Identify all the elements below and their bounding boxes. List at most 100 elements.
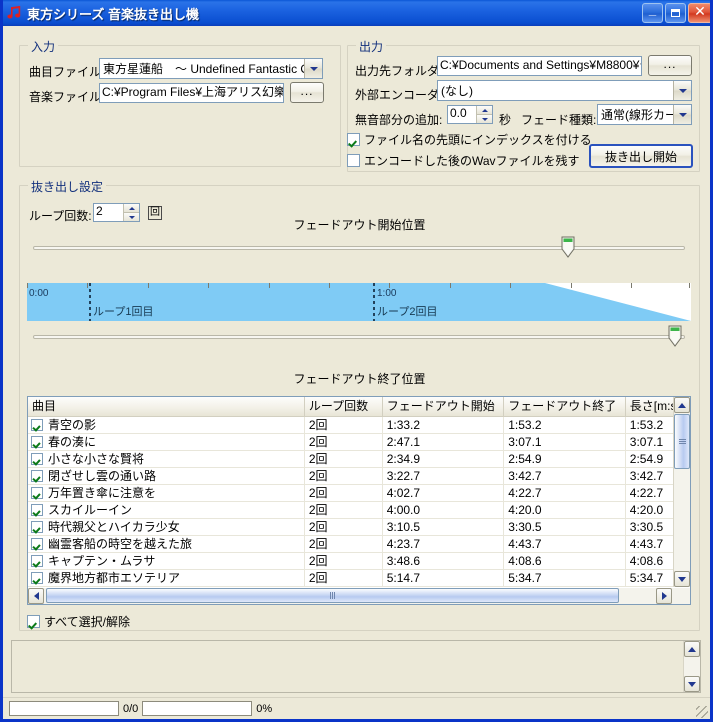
spinner-down-icon[interactable]	[477, 115, 492, 123]
column-header-fade-end[interactable]: フェードアウト終了	[504, 397, 626, 416]
minimize-button[interactable]: _	[642, 3, 663, 23]
maximize-button[interactable]	[665, 3, 686, 23]
cell-fade-end: 1:53.2	[504, 416, 626, 434]
table-row[interactable]: 春の湊に 2回 2:47.1 3:07.1 3:07.1	[28, 433, 690, 451]
output-folder-input[interactable]: C:¥Documents and Settings¥M8800¥デ	[437, 56, 642, 76]
select-all-checkbox[interactable]: すべて選択/解除	[27, 613, 130, 630]
keep-wav-checkbox[interactable]: エンコードした後のWavファイルを残す	[347, 152, 580, 169]
table-row[interactable]: 魔界地方都市エソテリア 2回 5:14.7 5:34.7 5:34.7	[28, 569, 690, 587]
column-header-title[interactable]: 曲目	[28, 397, 305, 416]
index-prefix-label: ファイル名の先頭にインデックスを付ける	[364, 133, 592, 147]
cell-loops: 2回	[305, 569, 383, 587]
row-checkbox-icon[interactable]	[31, 572, 43, 584]
fade-start-slider-thumb[interactable]	[561, 236, 575, 258]
row-checkbox-icon[interactable]	[31, 504, 43, 516]
timeline-start-label: 0:00	[29, 288, 49, 299]
window-title: 東方シリーズ 音楽抜き出し機	[27, 6, 199, 22]
list-vertical-scrollbar[interactable]	[673, 397, 690, 587]
row-checkbox-icon[interactable]	[31, 453, 43, 465]
output-folder-browse-button[interactable]: ...	[648, 55, 692, 76]
horizontal-scroll-thumb[interactable]	[46, 588, 619, 603]
column-header-loops[interactable]: ループ回数	[305, 397, 383, 416]
row-checkbox-icon[interactable]	[31, 419, 43, 431]
fade-end-slider-track[interactable]	[33, 335, 685, 339]
cell-fade-start: 4:23.7	[383, 535, 505, 553]
cell-loops: 2回	[305, 433, 383, 451]
table-row[interactable]: 時代親父とハイカラ少女 2回 3:10.5 3:30.5 3:30.5	[28, 518, 690, 536]
track-file-label: 曲目ファイル:	[29, 65, 105, 79]
cell-fade-start: 2:34.9	[383, 450, 505, 468]
fade-type-combo[interactable]: 通常(線形カー	[597, 104, 692, 125]
chevron-down-icon[interactable]	[304, 59, 322, 78]
row-checkbox-icon[interactable]	[31, 487, 43, 499]
chevron-down-icon[interactable]	[673, 105, 691, 124]
spinner-up-icon[interactable]	[124, 204, 139, 213]
row-checkbox-icon[interactable]	[31, 538, 43, 550]
row-checkbox-icon[interactable]	[31, 521, 43, 533]
loop2-marker	[373, 283, 375, 321]
cell-loops: 2回	[305, 535, 383, 553]
loop2-label: ループ2回目	[377, 306, 438, 318]
table-row[interactable]: 幽霊客船の時空を越えた旅 2回 4:23.7 4:43.7 4:43.7	[28, 535, 690, 553]
cell-fade-start: 5:14.7	[383, 569, 505, 587]
table-row[interactable]: 青空の影 2回 1:33.2 1:53.2 1:53.2	[28, 416, 690, 434]
log-pane[interactable]	[11, 640, 701, 693]
encoder-combo[interactable]: (なし)	[437, 80, 692, 101]
close-button[interactable]: ✕	[688, 3, 710, 23]
track-list[interactable]: 曲目 ループ回数 フェードアウト開始 フェードアウト終了 長さ[m:s] 青空の…	[27, 396, 691, 605]
silence-spinner-buttons[interactable]	[476, 106, 492, 123]
scroll-left-button[interactable]	[28, 588, 44, 604]
silence-unit-label: 秒	[499, 113, 512, 127]
row-checkbox-icon[interactable]	[31, 555, 43, 567]
log-vertical-scrollbar[interactable]	[683, 641, 700, 692]
encoder-value: (なし)	[441, 83, 473, 98]
resize-grip-icon[interactable]	[696, 706, 708, 718]
keep-wav-label: エンコードした後のWavファイルを残す	[364, 154, 580, 168]
silence-stepper[interactable]: 0.0	[447, 105, 493, 124]
row-checkbox-icon[interactable]	[31, 436, 43, 448]
waveform-timeline[interactable]: 0:00 1:00 ループ1回目 ループ2回目	[27, 283, 691, 321]
window-controls: _ ✕	[642, 3, 710, 23]
music-note-icon	[7, 5, 23, 21]
row-checkbox-icon[interactable]	[31, 470, 43, 482]
title-bar: 東方シリーズ 音楽抜き出し機 _ ✕	[3, 0, 710, 26]
table-row[interactable]: 万年置き傘に注意を 2回 4:02.7 4:22.7 4:22.7	[28, 484, 690, 502]
cell-title: キャプテン・ムラサ	[28, 552, 305, 570]
table-row[interactable]: スカイルーイン 2回 4:00.0 4:20.0 4:20.0	[28, 501, 690, 519]
track-file-combo[interactable]: 東方星蓮船 〜 Undefined Fantastic Ob	[99, 58, 323, 79]
vertical-scroll-thumb[interactable]	[674, 414, 690, 469]
chevron-down-icon[interactable]	[673, 81, 691, 100]
log-scroll-down-button[interactable]	[684, 676, 700, 692]
fade-start-slider-track[interactable]	[33, 246, 685, 250]
cell-fade-end: 3:42.7	[504, 467, 626, 485]
fade-start-title: フェードアウト開始位置	[293, 218, 426, 232]
scroll-right-button[interactable]	[656, 588, 672, 604]
table-row[interactable]: 小さな小さな賢将 2回 2:34.9 2:54.9 2:54.9	[28, 450, 690, 468]
cell-loops: 2回	[305, 484, 383, 502]
fade-end-slider-thumb[interactable]	[668, 325, 682, 347]
cell-fade-end: 4:08.6	[504, 552, 626, 570]
column-header-fade-start[interactable]: フェードアウト開始	[383, 397, 505, 416]
application-window: 東方シリーズ 音楽抜き出し機 _ ✕ 入力 曲目ファイル: 東方星蓮船 〜 Un…	[0, 0, 713, 722]
table-row[interactable]: 閉ざせし雲の通い路 2回 3:22.7 3:42.7 3:42.7	[28, 467, 690, 485]
music-file-input[interactable]: C:¥Program Files¥上海アリス幻樂団	[99, 83, 284, 103]
fade-type-label: フェード種類:	[521, 113, 597, 127]
cell-loops: 2回	[305, 501, 383, 519]
loop1-label: ループ1回目	[93, 306, 154, 318]
table-row[interactable]: キャプテン・ムラサ 2回 3:48.6 4:08.6 4:08.6	[28, 552, 690, 570]
list-horizontal-scrollbar[interactable]	[28, 588, 690, 604]
index-prefix-checkbox[interactable]: ファイル名の先頭にインデックスを付ける	[347, 131, 592, 148]
spinner-up-icon[interactable]	[477, 106, 492, 115]
log-scroll-up-button[interactable]	[684, 641, 700, 657]
scroll-down-button[interactable]	[674, 571, 690, 587]
music-file-browse-button[interactable]: ...	[290, 82, 324, 103]
encoder-label: 外部エンコーダ:	[355, 88, 443, 102]
start-extract-button[interactable]: 抜き出し開始	[589, 144, 693, 168]
silence-value[interactable]: 0.0	[448, 106, 476, 123]
checkbox-icon[interactable]	[27, 615, 40, 628]
scroll-up-button[interactable]	[674, 397, 690, 413]
checkbox-icon[interactable]	[347, 133, 360, 146]
checkbox-icon[interactable]	[347, 154, 360, 167]
progress-bar-percent	[142, 701, 253, 716]
cell-fade-end: 3:30.5	[504, 518, 626, 536]
